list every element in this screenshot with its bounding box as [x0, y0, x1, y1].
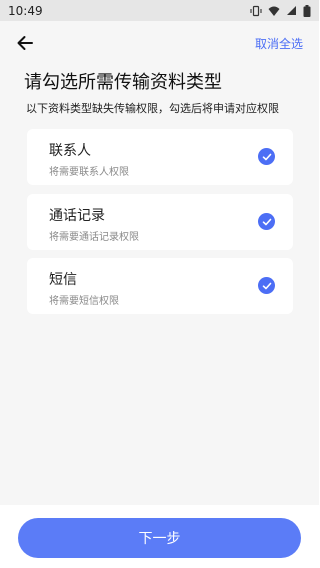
- check-circle-icon[interactable]: [258, 213, 275, 230]
- next-step-button[interactable]: 下一步: [18, 518, 301, 558]
- item-title: 通话记录: [49, 208, 105, 224]
- status-icons: [250, 4, 311, 17]
- main-content: 请勾选所需传输资料类型 以下资料类型缺失传输权限，勾选后将申请对应权限 联系人 …: [0, 65, 319, 505]
- check-circle-icon[interactable]: [258, 148, 275, 165]
- cancel-all-button[interactable]: 取消全选: [255, 35, 303, 52]
- vibrate-icon: [250, 5, 262, 16]
- back-arrow-icon: [17, 36, 33, 50]
- item-title: 联系人: [49, 143, 91, 159]
- status-bar: 10:49: [0, 0, 319, 21]
- status-time: 10:49: [8, 3, 43, 18]
- item-description: 将需要联系人权限: [49, 167, 129, 178]
- check-circle-icon[interactable]: [258, 277, 275, 294]
- page-subtitle: 以下资料类型缺失传输权限，勾选后将申请对应权限: [26, 102, 279, 115]
- app-bar: 取消全选: [0, 21, 319, 65]
- signal-icon: [287, 6, 296, 15]
- battery-icon: [303, 4, 311, 17]
- data-type-item-contacts[interactable]: 联系人 将需要联系人权限: [27, 129, 293, 185]
- item-description: 将需要通话记录权限: [49, 232, 139, 243]
- wifi-icon: [268, 6, 280, 16]
- data-type-item-sms[interactable]: 短信 将需要短信权限: [27, 258, 293, 314]
- back-button[interactable]: [14, 32, 36, 54]
- item-description: 将需要短信权限: [49, 296, 119, 307]
- page-title: 请勾选所需传输资料类型: [24, 72, 222, 93]
- bottom-bar: 下一步: [0, 505, 319, 568]
- item-title: 短信: [49, 272, 77, 288]
- data-type-item-call-log[interactable]: 通话记录 将需要通话记录权限: [27, 194, 293, 250]
